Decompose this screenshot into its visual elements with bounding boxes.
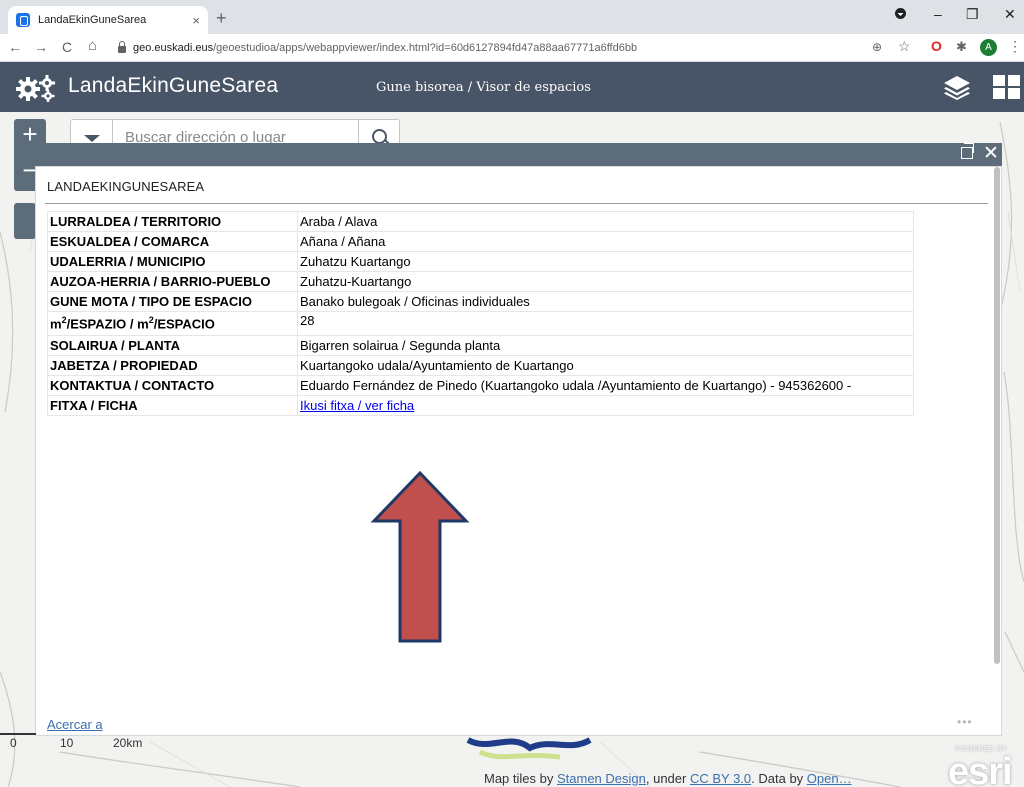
more-actions-icon[interactable]: ••• <box>957 715 973 729</box>
table-row: JABETZA / PROPIEDAD Kuartangoko udala/Ay… <box>47 355 914 376</box>
table-row: UDALERRIA / MUNICIPIO Zuhatzu Kuartango <box>47 251 914 272</box>
view-sheet-link[interactable]: Ikusi fitxa / ver ficha <box>300 398 414 413</box>
popup-title: LANDAEKINGUNESAREA <box>47 179 205 194</box>
minimize-button[interactable]: – <box>934 6 942 22</box>
opera-extension-icon[interactable]: O <box>931 38 942 54</box>
table-row: AUZOA-HERRIA / BARRIO-PUEBLO Zuhatzu-Kua… <box>47 271 914 292</box>
home-extent-button[interactable] <box>14 203 36 239</box>
tab-strip: LandaEkinGuneSarea × + – ❐ ✕ <box>0 0 1024 34</box>
map-attribution: Map tiles by Stamen Design, under CC BY … <box>484 771 852 786</box>
window-close-button[interactable]: ✕ <box>1004 6 1016 23</box>
media-control-icon[interactable] <box>894 7 907 23</box>
bookmark-star-icon[interactable]: ☆ <box>898 38 911 55</box>
attr-value: Eduardo Fernández de Pinedo (Kuartangoko… <box>297 375 914 396</box>
extensions-puzzle-icon[interactable]: ✱ <box>956 39 967 55</box>
restore-button[interactable]: ❐ <box>966 6 979 23</box>
url-path: /geoestudioa/apps/webappviewer/index.htm… <box>213 42 638 54</box>
attr-value: Kuartangoko udala/Ayuntamiento de Kuarta… <box>297 355 914 376</box>
site-favicon-icon <box>16 13 30 27</box>
openstreetmap-link[interactable]: Open… <box>807 771 852 786</box>
popup-divider <box>45 203 988 204</box>
attr-value: Añana / Añana <box>297 231 914 252</box>
browser-window: LandaEkinGuneSarea × + – ❐ ✕ ← → C ⌂ geo… <box>0 0 1024 787</box>
address-bar: ← → C ⌂ geo.euskadi.eus/geoestudioa/apps… <box>0 34 1024 62</box>
new-tab-button[interactable]: + <box>216 8 227 29</box>
attribution-text: Map tiles by <box>484 771 557 786</box>
attribute-table: LURRALDEA / TERRITORIO Araba / Alava ESK… <box>47 211 914 416</box>
attr-key: ESKUALDEA / COMARCA <box>47 231 298 252</box>
attr-value: Banako bulegoak / Oficinas individuales <box>297 291 914 312</box>
table-row: LURRALDEA / TERRITORIO Araba / Alava <box>47 211 914 232</box>
table-row: GUNE MOTA / TIPO DE ESPACIO Banako buleg… <box>47 291 914 312</box>
widget-grid-icon[interactable] <box>992 74 1022 100</box>
feature-popup: LANDAEKINGUNESAREA LURRALDEA / TERRITORI… <box>35 166 1002 736</box>
key-part: m <box>50 316 62 332</box>
attr-value: Araba / Alava <box>297 211 914 232</box>
popup-scrollbar[interactable] <box>994 167 1000 664</box>
table-row: KONTAKTUA / CONTACTO Eduardo Fernández d… <box>47 375 914 396</box>
tab-title: LandaEkinGuneSarea <box>38 14 147 26</box>
layers-icon[interactable] <box>942 74 972 100</box>
url-domain: geo.euskadi.eus <box>133 42 214 54</box>
table-row: ESKUALDEA / COMARCA Añana / Añana <box>47 231 914 252</box>
key-part: /ESPACIO <box>153 316 215 332</box>
attr-key: KONTAKTUA / CONTACTO <box>47 375 298 396</box>
app-subtitle: Gune bisorea / Visor de espacios <box>376 80 591 95</box>
attribution-text: , under <box>645 771 690 786</box>
table-row: m2/ESPAZIO / m2/ESPACIO 28 <box>47 311 914 336</box>
red-arrow-annotation-icon <box>370 471 470 643</box>
table-row: FITXA / FICHA Ikusi fitxa / ver ficha <box>47 395 914 416</box>
forward-button[interactable]: → <box>34 39 48 55</box>
scale-label-0: 0 <box>10 736 17 750</box>
profile-avatar[interactable]: A <box>980 39 997 56</box>
attr-value: Bigarren solairua / Segunda planta <box>297 335 914 356</box>
attr-key: FITXA / FICHA <box>47 395 298 416</box>
attr-key: AUZOA-HERRIA / BARRIO-PUEBLO <box>47 271 298 292</box>
zoom-indicator-icon[interactable]: ⊕ <box>872 40 882 54</box>
browser-tab[interactable]: LandaEkinGuneSarea × <box>8 6 208 34</box>
app-header: LandaEkinGuneSarea Gune bisorea / Visor … <box>0 62 1024 112</box>
attr-key: LURRALDEA / TERRITORIO <box>47 211 298 232</box>
stamen-link[interactable]: Stamen Design <box>557 771 646 786</box>
attr-key: UDALERRIA / MUNICIPIO <box>47 251 298 272</box>
maximize-popup-icon[interactable] <box>961 143 974 159</box>
attr-key: JABETZA / PROPIEDAD <box>47 355 298 376</box>
attribution-text: . Data by <box>751 771 807 786</box>
table-row: SOLAIRUA / PLANTA Bigarren solairua / Se… <box>47 335 914 356</box>
url-field[interactable]: geo.euskadi.eus/geoestudioa/apps/webappv… <box>118 37 868 59</box>
popup-close-button[interactable]: ✕ <box>983 143 999 165</box>
reload-button[interactable]: C <box>62 39 72 55</box>
attr-key: GUNE MOTA / TIPO DE ESPACIO <box>47 291 298 312</box>
esri-logo: POWERED BY esri <box>948 743 1024 787</box>
attr-value: 28 <box>297 311 914 336</box>
attr-value: Ikusi fitxa / ver ficha <box>297 395 914 416</box>
zoom-to-link[interactable]: Acercar a <box>47 717 103 732</box>
lock-icon <box>118 40 126 53</box>
esri-wordmark: esri <box>948 751 1013 787</box>
scale-label-20km: 20km <box>113 736 143 750</box>
home-button[interactable]: ⌂ <box>88 37 97 54</box>
popup-titlebar: ✕ <box>35 143 1002 166</box>
back-button[interactable]: ← <box>8 39 22 55</box>
tab-close-icon[interactable]: × <box>192 13 200 28</box>
attr-value: Zuhatzu-Kuartango <box>297 271 914 292</box>
attr-value: Zuhatzu Kuartango <box>297 251 914 272</box>
browser-menu-icon[interactable]: ⋮ <box>1008 38 1022 55</box>
attr-key: m2/ESPAZIO / m2/ESPACIO <box>47 311 298 336</box>
attr-key: SOLAIRUA / PLANTA <box>47 335 298 356</box>
gears-logo-icon <box>16 75 55 102</box>
license-link[interactable]: CC BY 3.0 <box>690 771 751 786</box>
key-part: /ESPAZIO / m <box>66 316 149 332</box>
scale-label-10: 10 <box>60 736 74 750</box>
app-title: LandaEkinGuneSarea <box>68 74 279 97</box>
